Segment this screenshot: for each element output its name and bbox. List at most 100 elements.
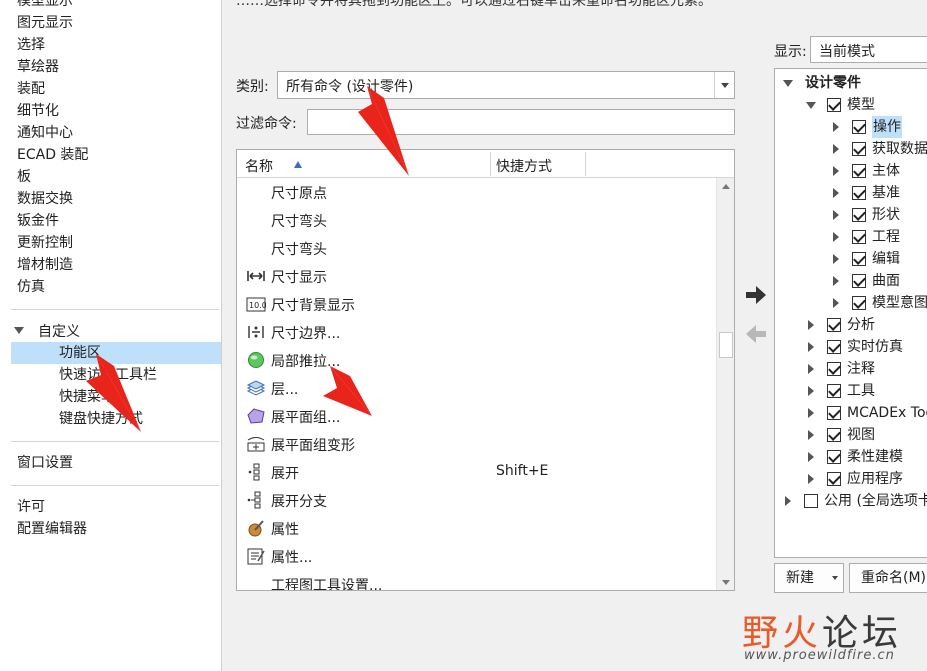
expand-arrow-icon[interactable]: [833, 210, 839, 220]
tree-node[interactable]: 工程: [775, 226, 927, 248]
tree-node[interactable]: 设计零件: [775, 72, 927, 94]
expand-arrow-icon[interactable]: [833, 144, 839, 154]
expand-arrow-icon[interactable]: [808, 430, 814, 440]
tree-node[interactable]: 主体: [775, 160, 927, 182]
nav-item-customize-child[interactable]: 快捷菜单: [59, 386, 115, 408]
command-row[interactable]: 尺寸弯头: [237, 234, 715, 262]
expand-arrow-icon[interactable]: [785, 496, 791, 506]
command-row[interactable]: 工程图工具设置...: [237, 570, 715, 590]
expand-arrow-icon[interactable]: [833, 166, 839, 176]
tree-node[interactable]: 应用程序: [775, 468, 927, 490]
command-row[interactable]: 局部推拉...: [237, 346, 715, 374]
tree-checkbox[interactable]: [827, 428, 841, 442]
nav-item[interactable]: 更新控制: [17, 232, 73, 254]
tree-node[interactable]: 实时仿真: [775, 336, 927, 358]
nav-item[interactable]: 数据交换: [17, 188, 73, 210]
tree-checkbox[interactable]: [852, 164, 866, 178]
tree-node[interactable]: 公用 (全局选项卡): [775, 490, 927, 512]
command-row[interactable]: 属性...: [237, 542, 715, 570]
expand-arrow-icon[interactable]: [808, 452, 814, 462]
tree-checkbox[interactable]: [852, 208, 866, 222]
tree-node[interactable]: 编辑: [775, 248, 927, 270]
nav-item[interactable]: 增材制造: [17, 254, 73, 276]
expand-arrow-icon[interactable]: [808, 408, 814, 418]
tree-node[interactable]: 工具: [775, 380, 927, 402]
command-row[interactable]: 展平面组...: [237, 402, 715, 430]
column-header-shortcut[interactable]: 快捷方式: [496, 156, 552, 176]
tree-checkbox[interactable]: [827, 362, 841, 376]
expand-arrow-icon[interactable]: [833, 254, 839, 264]
nav-item[interactable]: 通知中心: [17, 122, 73, 144]
command-row[interactable]: 10.0 尺寸背景显示: [237, 290, 715, 318]
command-row[interactable]: 尺寸边界...: [237, 318, 715, 346]
nav-item[interactable]: 模型显示: [17, 0, 73, 12]
nav-item[interactable]: 细节化: [17, 100, 59, 122]
expand-arrow-icon[interactable]: [808, 342, 814, 352]
tree-checkbox[interactable]: [827, 406, 841, 420]
add-arrow-icon[interactable]: [744, 283, 768, 307]
expand-arrow-icon[interactable]: [833, 122, 839, 132]
expand-arrow-icon[interactable]: [808, 474, 814, 484]
nav-item-license[interactable]: 许可: [17, 496, 45, 518]
nav-item[interactable]: 图元显示: [17, 12, 73, 34]
command-row[interactable]: 属性: [237, 514, 715, 542]
nav-item[interactable]: 钣金件: [17, 210, 59, 232]
scroll-up-icon[interactable]: [722, 184, 730, 189]
tree-checkbox[interactable]: [827, 340, 841, 354]
filter-commands-input[interactable]: [307, 109, 735, 135]
command-row[interactable]: 展开 Shift+E: [237, 458, 715, 486]
remove-arrow-icon[interactable]: [744, 322, 768, 346]
expand-arrow-icon[interactable]: [833, 232, 839, 242]
tree-checkbox[interactable]: [827, 472, 841, 486]
nav-item-customize-child[interactable]: 键盘快捷方式: [59, 408, 143, 430]
dropdown-button[interactable]: [714, 72, 734, 98]
command-row[interactable]: 展平面组变形: [237, 430, 715, 458]
expand-arrow-icon[interactable]: [833, 188, 839, 198]
tree-checkbox[interactable]: [852, 274, 866, 288]
expand-arrow-icon[interactable]: [833, 276, 839, 286]
tree-checkbox[interactable]: [827, 384, 841, 398]
command-row[interactable]: 展开分支: [237, 486, 715, 514]
tree-node[interactable]: 形状: [775, 204, 927, 226]
column-header-name[interactable]: 名称: [245, 156, 273, 176]
list-scrollbar[interactable]: [716, 178, 734, 590]
command-row[interactable]: 尺寸原点: [237, 178, 715, 206]
expand-arrow-icon[interactable]: [808, 320, 814, 330]
expand-arrow-icon[interactable]: [808, 386, 814, 396]
nav-item[interactable]: ECAD 装配: [17, 144, 88, 166]
nav-item[interactable]: 草绘器: [17, 56, 59, 78]
tree-checkbox[interactable]: [852, 252, 866, 266]
collapse-arrow-icon[interactable]: [14, 327, 24, 334]
tree-node[interactable]: 操作: [775, 116, 927, 138]
tree-node[interactable]: 分析: [775, 314, 927, 336]
column-divider[interactable]: [585, 152, 586, 176]
tree-checkbox[interactable]: [827, 98, 841, 112]
scroll-down-icon[interactable]: [722, 580, 730, 585]
tree-node[interactable]: 基准: [775, 182, 927, 204]
nav-item-customize-child[interactable]: 功能区: [59, 342, 101, 364]
tree-checkbox[interactable]: [827, 450, 841, 464]
tree-node[interactable]: 模型: [775, 94, 927, 116]
tree-node[interactable]: 视图: [775, 424, 927, 446]
column-divider[interactable]: [490, 152, 491, 176]
nav-item-customize[interactable]: 自定义: [38, 321, 80, 343]
command-row[interactable]: 尺寸显示: [237, 262, 715, 290]
tree-checkbox[interactable]: [852, 230, 866, 244]
display-dropdown[interactable]: 当前模式: [810, 36, 927, 63]
command-list[interactable]: 名称 快捷方式 尺寸原点 尺寸弯头 尺寸弯头 尺寸显示 10.0 尺寸背景显示 尺寸边界..…: [236, 149, 735, 591]
tree-node[interactable]: 获取数据: [775, 138, 927, 160]
tree-checkbox[interactable]: [804, 494, 818, 508]
nav-item-window-settings[interactable]: 窗口设置: [17, 452, 73, 474]
nav-item-customize-child[interactable]: 快速访问工具栏: [59, 364, 157, 386]
nav-item-config-editor[interactable]: 配置编辑器: [17, 518, 87, 540]
nav-item[interactable]: 装配: [17, 78, 45, 100]
nav-item[interactable]: 板: [17, 166, 31, 188]
scroll-thumb[interactable]: [719, 332, 733, 358]
expand-arrow-icon[interactable]: [808, 364, 814, 374]
tree-checkbox[interactable]: [852, 142, 866, 156]
rename-button[interactable]: 重命名(M): [849, 563, 927, 593]
tree-checkbox[interactable]: [827, 318, 841, 332]
tree-checkbox[interactable]: [852, 120, 866, 134]
tree-checkbox[interactable]: [852, 186, 866, 200]
tree-checkbox[interactable]: [852, 296, 866, 310]
